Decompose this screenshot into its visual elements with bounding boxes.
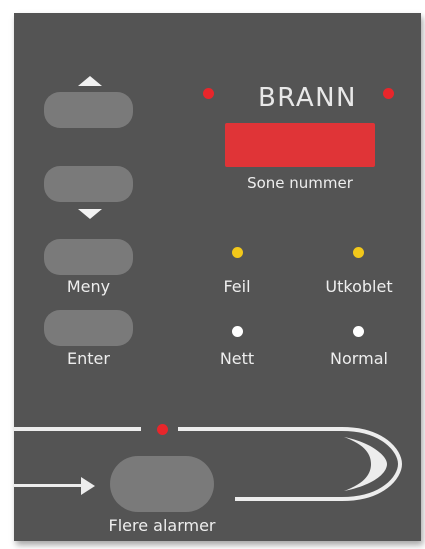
fault-led xyxy=(232,247,243,258)
zone-number-display xyxy=(225,123,375,167)
disabled-led xyxy=(353,247,364,258)
menu-button[interactable] xyxy=(44,239,133,275)
fire-led-left xyxy=(203,88,214,99)
enter-button[interactable] xyxy=(44,310,133,346)
alarm-track-bottom-left xyxy=(14,484,81,487)
fire-title: BRANN xyxy=(257,83,358,113)
menu-label: Meny xyxy=(66,277,111,296)
arrow-down-icon xyxy=(78,209,102,219)
disabled-label: Utkoblet xyxy=(325,277,393,296)
power-label: Nett xyxy=(219,349,255,368)
arrow-up-icon xyxy=(78,76,102,86)
up-button[interactable] xyxy=(44,92,133,128)
fire-led-right xyxy=(383,88,394,99)
more-alarms-button[interactable] xyxy=(110,456,214,512)
fault-label: Feil xyxy=(223,277,251,296)
more-alarms-label: Flere alarmer xyxy=(108,516,216,535)
zone-number-label: Sone nummer xyxy=(247,174,353,192)
normal-label: Normal xyxy=(330,349,388,368)
more-alarms-led xyxy=(157,424,168,435)
normal-led xyxy=(353,326,364,337)
down-button[interactable] xyxy=(44,166,133,202)
arrow-right-icon xyxy=(81,477,95,495)
enter-label: Enter xyxy=(67,349,110,368)
alarm-track-top-left xyxy=(14,427,141,431)
fire-alarm-panel: Meny Enter BRANN Sone nummer Feil Utkobl… xyxy=(14,13,421,541)
power-led xyxy=(232,326,243,337)
